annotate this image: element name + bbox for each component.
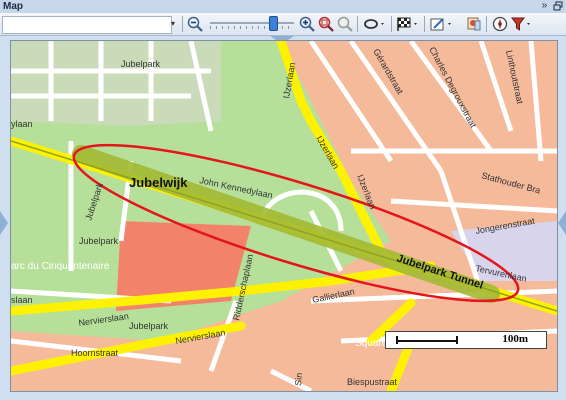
scale-label: 100m	[502, 333, 528, 345]
map-toolbar: ▾	[0, 13, 566, 36]
link-icon[interactable]	[363, 16, 387, 32]
zoom-selection-icon[interactable]	[318, 16, 334, 32]
label-hoorn: Hoornstraat	[71, 348, 119, 358]
label-sin: Sin	[293, 372, 304, 386]
zoom-slider-track[interactable]	[210, 22, 294, 24]
pan-left-arrow[interactable]	[0, 211, 8, 235]
zoom-extent-icon[interactable]	[337, 16, 353, 32]
label-jubelpark-left2: Jubelpark	[79, 236, 119, 246]
location-search-input[interactable]	[2, 16, 172, 34]
funnel-icon[interactable]	[511, 16, 533, 32]
compass-icon[interactable]	[492, 16, 508, 32]
restore-icon[interactable]	[552, 1, 563, 12]
label-jubelpark-bottom: Jubelpark	[129, 321, 169, 331]
label-biespust: Biespustraat	[347, 377, 398, 387]
park-north	[11, 41, 221, 126]
zoom-out-icon[interactable]	[187, 16, 203, 32]
overflow-icon[interactable]: »	[539, 1, 550, 12]
checkered-flag-icon[interactable]	[396, 16, 420, 32]
scale-tick-right	[456, 336, 458, 344]
toolbar-separator	[486, 16, 487, 32]
label-cinquantenaire: arc du Cinquantenaire	[11, 261, 110, 272]
location-dropdown-button[interactable]: ▾	[167, 16, 179, 32]
label-ylaan: ylaan	[11, 119, 33, 129]
scale-line	[396, 340, 456, 342]
toolbar-separator	[424, 16, 425, 32]
label-jubelwijk: Jubelwijk	[129, 175, 188, 190]
map-scale-bar: 100m	[385, 331, 547, 349]
toolbar-separator	[357, 16, 358, 32]
toolbar-separator	[391, 16, 392, 32]
zoom-in-icon[interactable]	[299, 16, 315, 32]
label-slaan: slaan	[11, 295, 33, 305]
layers-icon[interactable]	[466, 16, 482, 32]
toolbar-separator	[182, 16, 183, 32]
window-title: Map	[3, 1, 23, 12]
label-jubelpark-top: Jubelpark	[121, 59, 161, 69]
pan-right-arrow[interactable]	[558, 211, 566, 235]
title-bar: Map »	[0, 0, 566, 14]
zoom-slider-ticks	[210, 26, 294, 29]
zoom-slider-thumb[interactable]	[269, 16, 278, 31]
edit-icon[interactable]	[430, 16, 454, 32]
